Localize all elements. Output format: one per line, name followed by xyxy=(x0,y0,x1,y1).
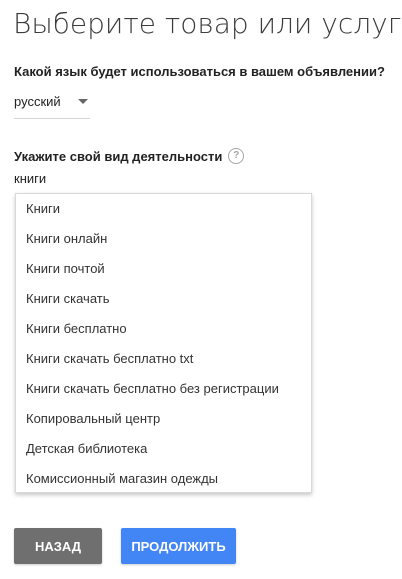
suggestion-item[interactable]: Книги онлайн xyxy=(16,224,311,254)
back-button[interactable]: НАЗАД xyxy=(14,528,102,564)
suggestion-item[interactable]: Книги скачать бесплатно txt xyxy=(16,344,311,374)
chevron-down-icon xyxy=(78,99,88,104)
activity-label: Укажите свой вид деятельности xyxy=(14,148,223,164)
activity-input[interactable] xyxy=(14,169,314,187)
language-select[interactable]: русский xyxy=(14,89,90,119)
suggestion-item[interactable]: Комиссионный магазин одежды xyxy=(16,464,311,494)
suggestion-item[interactable]: Копировальный центр xyxy=(16,404,311,434)
suggestion-item[interactable]: Детская библиотека xyxy=(16,434,311,464)
suggestion-item[interactable]: Книги скачать xyxy=(16,284,311,314)
activity-label-row: Укажите свой вид деятельности ? xyxy=(14,148,245,164)
suggestion-item[interactable]: Книги почтой xyxy=(16,254,311,284)
suggestions-dropdown: Книги Книги онлайн Книги почтой Книги скача… xyxy=(15,193,312,493)
page-title: Выберите товар или услугу xyxy=(13,7,402,40)
help-icon[interactable]: ? xyxy=(228,148,245,164)
suggestion-item[interactable]: Книги скачать бесплатно без регистрации xyxy=(16,374,311,404)
continue-button[interactable]: ПРОДОЛЖИТЬ xyxy=(121,528,236,564)
suggestion-item[interactable]: Книги xyxy=(16,194,311,224)
language-select-value: русский xyxy=(14,94,61,109)
suggestion-item[interactable]: Книги бесплатно xyxy=(16,314,311,344)
language-label: Какой язык будет использоваться в вашем … xyxy=(14,64,385,79)
